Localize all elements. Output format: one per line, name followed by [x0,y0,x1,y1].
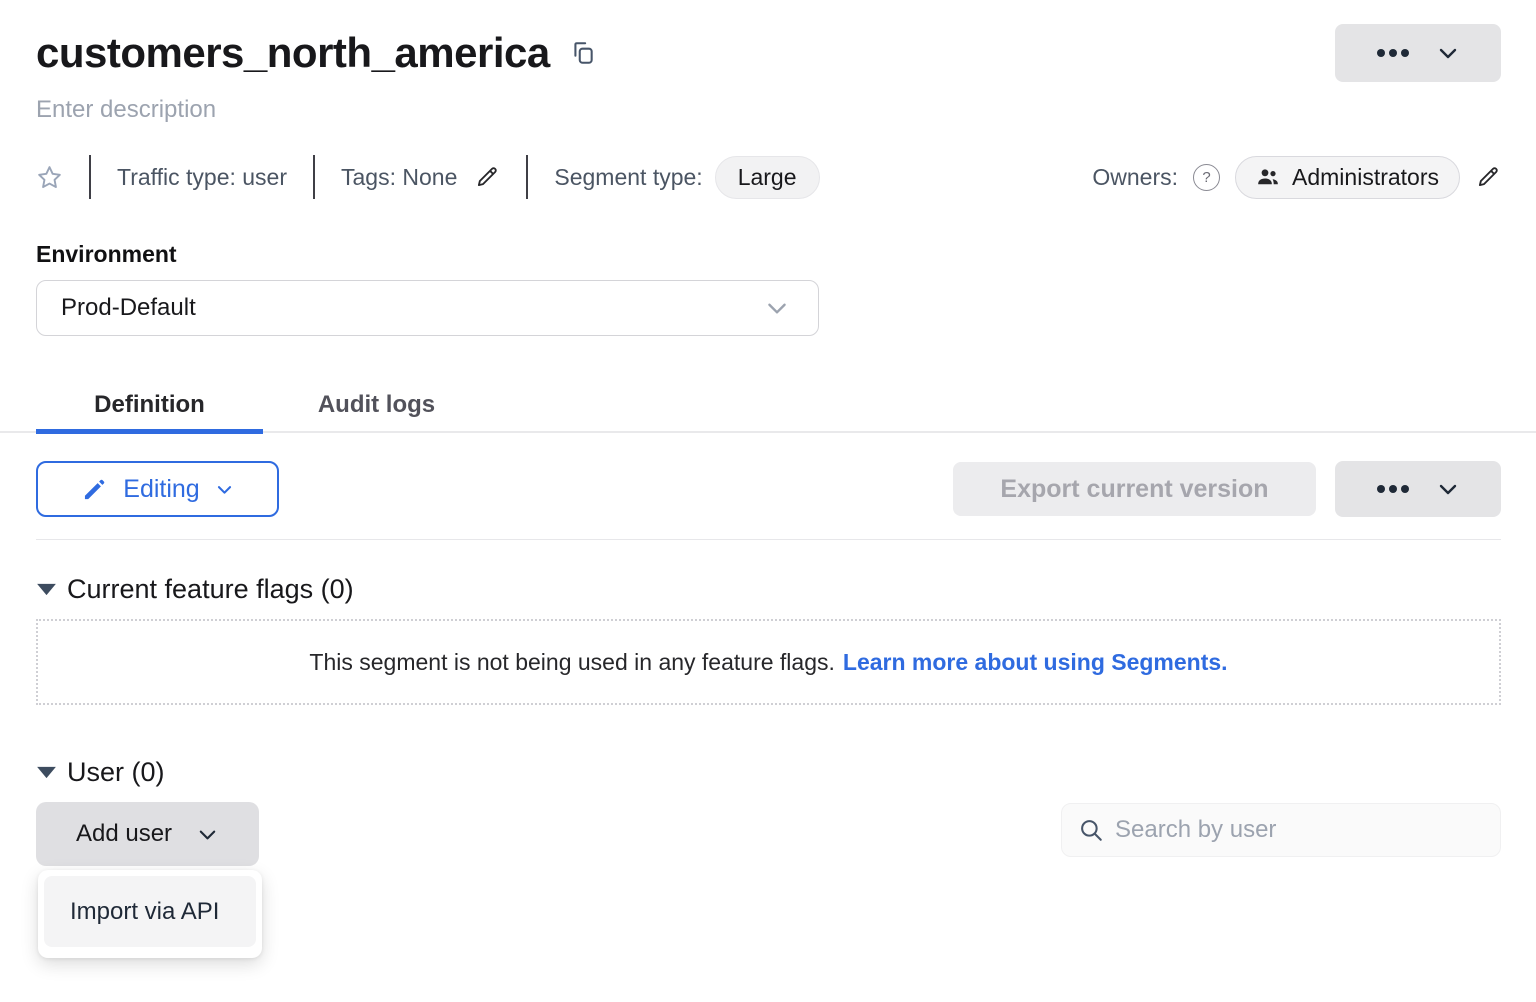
ellipsis-icon [1376,48,1410,58]
user-actions-row: Add user Import via API [36,802,1501,866]
chevron-down-icon [1436,41,1460,65]
people-icon [1256,165,1280,189]
owners-badge[interactable]: Administrators [1235,156,1460,199]
triangle-down-icon [36,582,57,597]
divider [526,155,528,199]
search-by-user-input[interactable] [1115,816,1484,844]
traffic-type-label: Traffic type: user [117,164,287,191]
chevron-down-icon [215,480,234,499]
add-user-label: Add user [76,820,172,848]
editing-mode-button[interactable]: Editing [36,461,279,517]
feature-flags-section-header[interactable]: Current feature flags (0) [36,571,1501,607]
segment-type-label: Segment type: [554,164,702,191]
divider [89,155,91,199]
copy-name-button[interactable] [568,38,598,68]
chevron-down-icon [764,295,790,321]
search-icon [1078,817,1104,843]
ellipsis-icon [1376,484,1410,494]
description-placeholder[interactable]: Enter description [36,95,1501,125]
title-row: customers_north_america [36,24,1501,82]
environment-label: Environment [36,240,1501,268]
user-search-box [1061,803,1501,857]
empty-state-text: This segment is not being used in any fe… [309,649,834,676]
menu-item-import-via-api[interactable]: Import via API [44,876,256,947]
toolbar-right-group: Export current version [953,461,1501,517]
tab-definition[interactable]: Definition [36,378,263,431]
segment-type-group: Segment type: Large [554,156,819,199]
favorite-star-button[interactable] [36,164,63,191]
feature-flags-empty-state: This segment is not being used in any fe… [36,619,1501,705]
environment-select[interactable]: Prod-Default [36,280,819,336]
user-heading: User (0) [67,754,165,790]
learn-more-link[interactable]: Learn more about using Segments. [843,649,1228,676]
environment-selected-value: Prod-Default [61,294,196,322]
header-overflow-menu-button[interactable] [1335,24,1501,82]
page-title: customers_north_america [36,24,550,82]
owners-value: Administrators [1292,164,1439,191]
star-icon [36,164,63,191]
pencil-filled-icon [81,476,108,503]
owners-group: Owners: ? Administrators [1092,156,1501,199]
feature-flags-heading: Current feature flags (0) [67,571,354,607]
owners-label: Owners: [1092,164,1178,191]
add-user-button[interactable]: Add user [36,802,259,866]
edit-owners-button[interactable] [1475,164,1501,190]
edit-tags-button[interactable] [474,164,500,190]
segment-type-badge: Large [715,156,820,199]
chevron-down-icon [196,823,219,846]
tags-label: Tags: None [341,164,457,191]
meta-row: Traffic type: user Tags: None Segment ty… [36,154,1501,200]
triangle-down-icon [36,765,57,780]
tags-group: Tags: None [341,164,500,191]
meta-left-group: Traffic type: user Tags: None Segment ty… [36,155,820,199]
tab-audit-logs[interactable]: Audit logs [263,378,490,431]
owners-help-icon[interactable]: ? [1193,164,1220,191]
copy-icon [570,40,596,66]
editing-label: Editing [123,475,199,504]
title-group: customers_north_america [36,24,598,82]
toolbar-overflow-menu-button[interactable] [1335,461,1501,517]
divider [36,539,1501,540]
divider [313,155,315,199]
definition-toolbar: Editing Export current version [36,461,1501,517]
add-user-dropdown-menu: Import via API [38,870,262,958]
chevron-down-icon [1436,477,1460,501]
pencil-icon [1475,164,1501,190]
tab-bar: Definition Audit logs [0,378,1536,433]
segment-detail-page: customers_north_america Enter [0,0,1536,1002]
export-current-version-button[interactable]: Export current version [953,462,1316,516]
pencil-icon [474,164,500,190]
user-section-header[interactable]: User (0) [36,754,1501,790]
